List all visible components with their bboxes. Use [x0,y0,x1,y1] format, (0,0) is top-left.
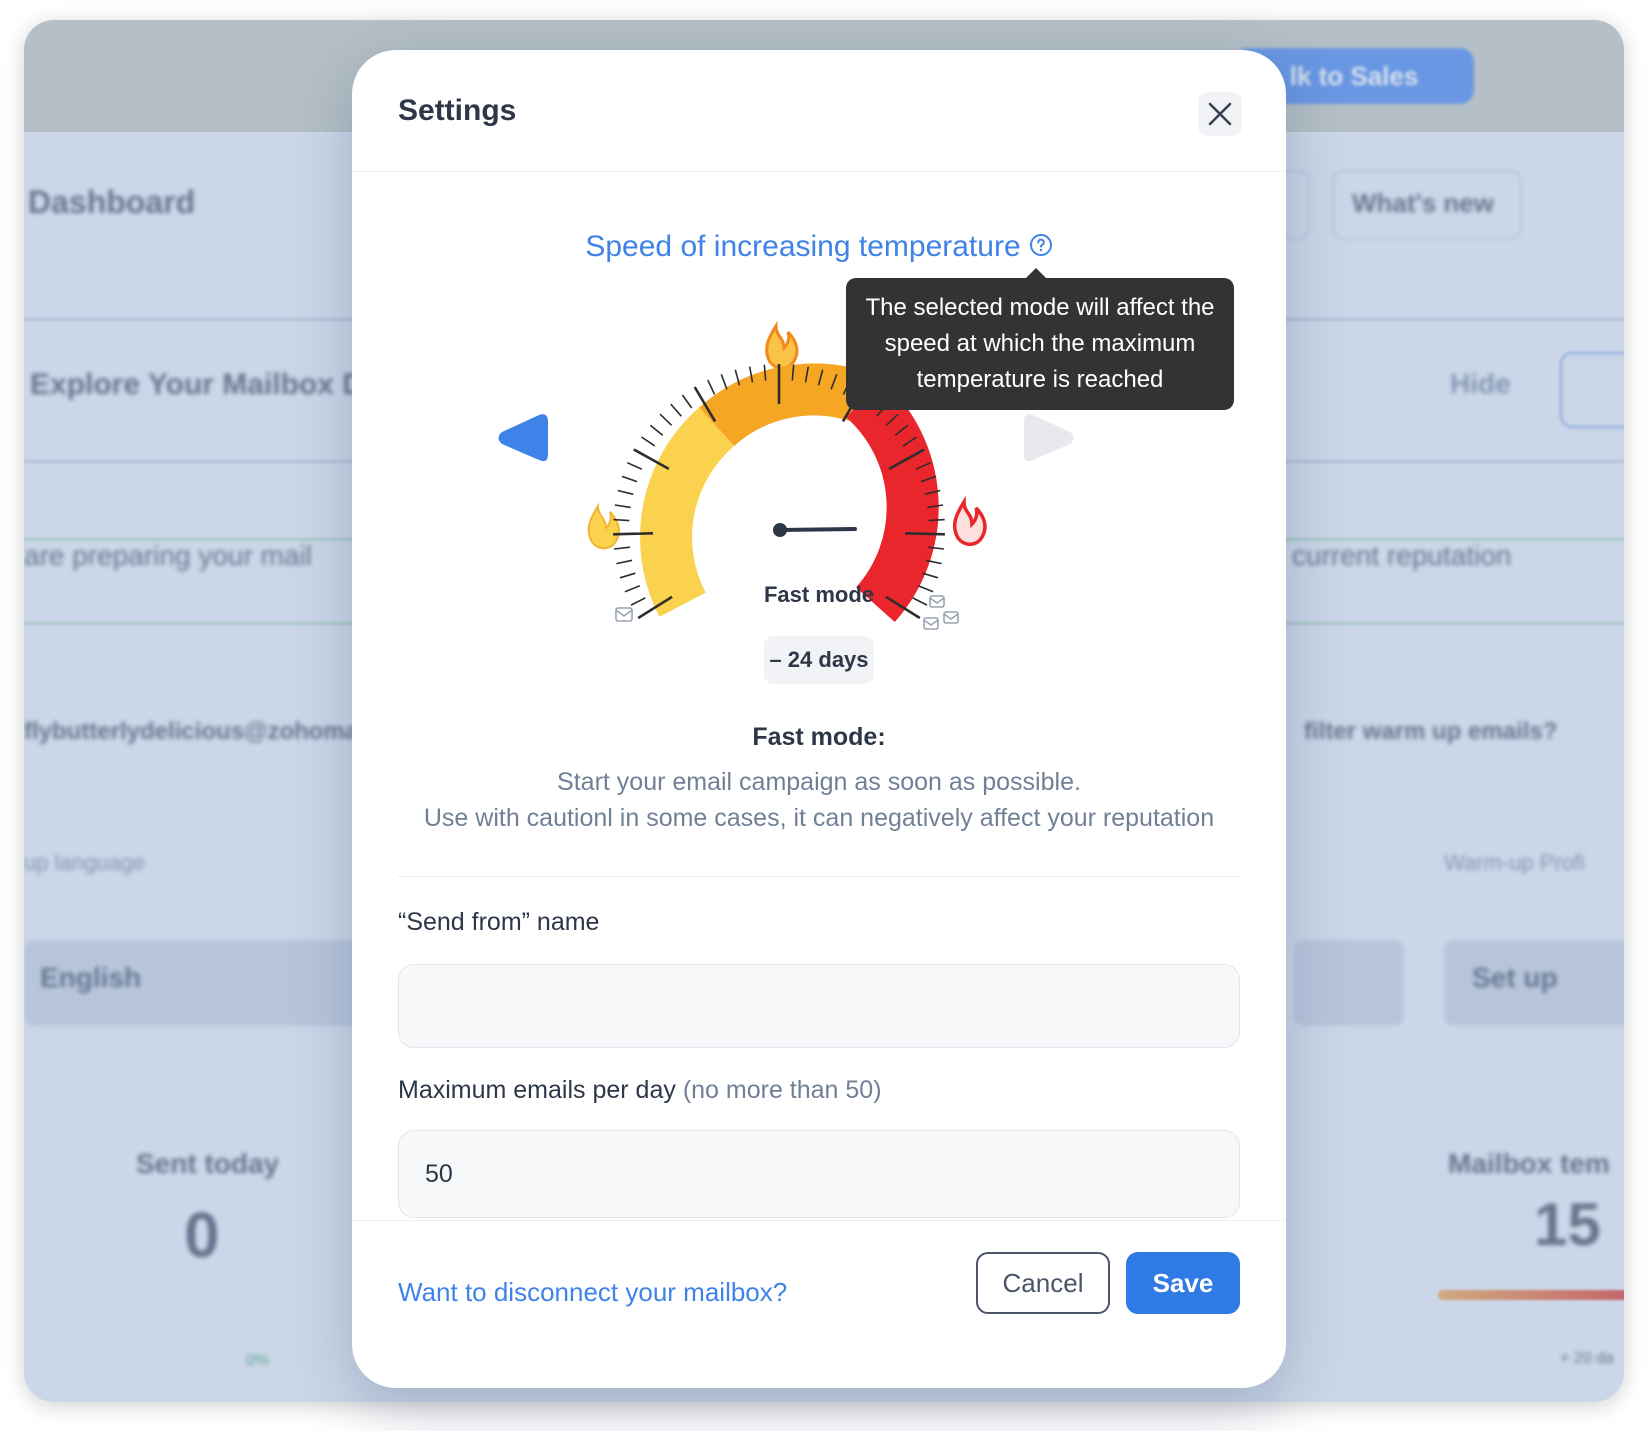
send-from-label: “Send from” name [398,908,600,936]
gauge-tick [614,504,631,509]
mail-icon [615,607,633,622]
close-icon [1208,102,1232,126]
gauge-tick [904,532,945,536]
gauge-tick [617,489,634,496]
cancel-button[interactable]: Cancel [976,1252,1110,1314]
gauge-tick [613,518,630,522]
mode-description-line: Start your email campaign as soon as pos… [557,768,1081,796]
section-divider [398,876,1240,877]
days-badge: – 24 days [764,636,874,684]
max-emails-input[interactable] [398,1130,1240,1218]
max-emails-hint: (no more than 50) [682,1076,882,1104]
gauge-needle [773,523,857,537]
gauge-tick [613,532,654,536]
close-button[interactable] [1198,92,1242,136]
triangle-right-icon[interactable] [1024,414,1074,462]
gauge-tick [681,394,693,409]
mode-description-title: Fast mode: [752,723,886,751]
max-emails-label-text: Maximum emails per day [398,1076,676,1104]
save-button[interactable]: Save [1126,1252,1240,1314]
gauge-tick [707,379,716,395]
gauge-tick [659,413,673,426]
modal-footer: Want to disconnect your mailbox? Cancel … [352,1220,1286,1388]
settings-modal: Settings Speed of increasing temperature [352,50,1286,1388]
gauge-mode-label: Fast mode [763,582,875,607]
tooltip-line: The selected mode will affect the [865,294,1215,321]
speed-title: Speed of increasing temperature [352,230,1286,265]
disconnect-mailbox-link[interactable]: Want to disconnect your mailbox? [398,1277,787,1308]
speed-title-text: Speed of increasing temperature [585,230,1021,263]
flame-low-icon [587,502,620,550]
tooltip-line: temperature is reached [916,366,1164,393]
gauge-tick [922,572,939,579]
triangle-left-icon[interactable] [498,414,549,462]
gauge-tick [616,559,633,565]
gauge-tick [621,475,638,483]
send-from-input[interactable] [398,964,1240,1048]
max-emails-label: Maximum emails per day (no more than 50) [398,1076,882,1105]
help-tooltip: The selected mode will affect the speed … [846,268,1234,410]
modal-title: Settings [398,94,517,127]
gauge-tick [928,518,945,522]
tooltip-line: speed at which the maximum [884,330,1196,357]
gauge-tick [670,403,682,417]
gauge-tick [720,374,728,390]
mode-description-line: Use with cautionl in some cases, it can … [423,804,1215,832]
modal-header: Settings [352,50,1286,172]
gauge-tick [614,546,631,550]
gauge-tick [626,461,643,470]
gauge-tick [619,572,636,579]
gauge-tick [649,424,664,436]
flame-high-icon [952,495,987,546]
flame-mid-icon [765,320,799,370]
gauge-tick [641,436,656,447]
question-circle-icon[interactable] [1029,231,1053,265]
